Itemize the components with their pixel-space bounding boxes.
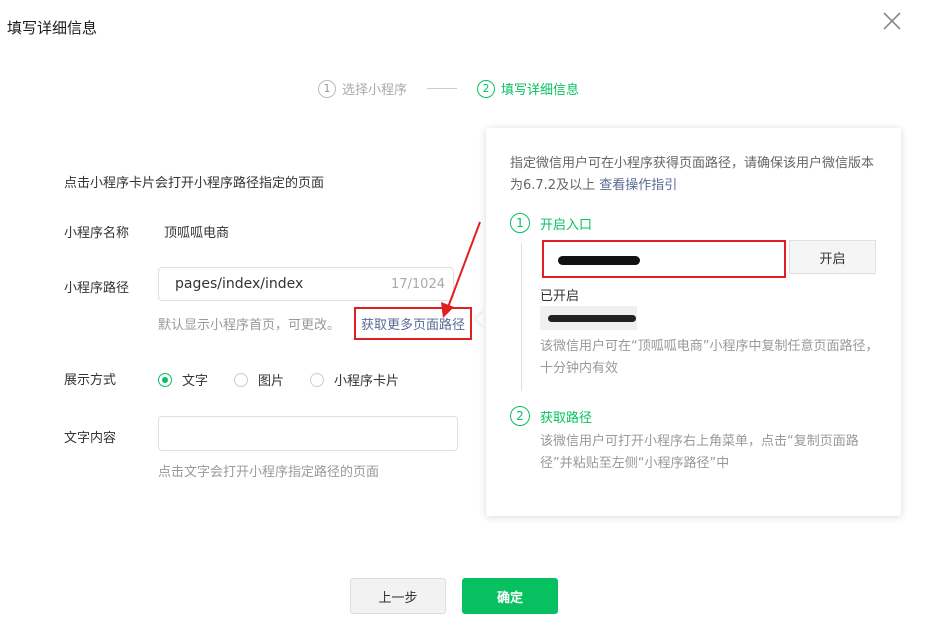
step-label: 选择小程序 [342,83,408,98]
path-hint: 默认显示小程序首页，可更改。 [158,318,341,333]
popover-step-2: 2 获取路径 [510,406,592,426]
text-content-hint: 点击文字会打开小程序指定路径的页面 [158,465,380,480]
redaction-mark [548,315,636,322]
name-label: 小程序名称 [64,226,130,241]
step1-note: 该微信用户可在“顶呱呱电商”小程序中复制任意页面路径，十分钟内有效 [540,339,879,376]
opened-label: 已开启 [540,289,580,304]
radio-card[interactable]: 小程序卡片 [310,370,399,389]
prev-button[interactable]: 上一步 [350,578,446,614]
text-content-input[interactable] [158,416,458,451]
path-label: 小程序路径 [64,281,130,296]
dialog: 填写详细信息 1 选择小程序 2 填写详细信息 点击小程序卡片会打开小程序路径指… [0,0,941,641]
miniprogram-name: 顶呱呱电商 [164,226,230,241]
step-select-miniprogram: 1 选择小程序 [318,79,407,98]
radio-dot [310,372,325,387]
step-fill-details: 2 填写详细信息 [477,79,579,98]
step2-note: 该微信用户可打开小程序右上角菜单，点击“复制页面路径”并粘贴至左侧“小程序路径”… [540,434,859,471]
display-radio-group: 文字 图片 小程序卡片 [158,370,425,389]
radio-label: 小程序卡片 [334,374,400,389]
path-guide-popover: 指定微信用户可在小程序获得页面路径，请确保该用户微信版本为6.7.2及以上 查看… [486,128,901,516]
popover-step-1: 1 开启入口 [510,213,592,233]
path-value: pages/index/index [175,276,304,292]
step-connector [521,243,522,391]
dialog-title: 填写详细信息 [7,19,98,37]
popover-description: 指定微信用户可在小程序获得页面路径，请确保该用户微信版本为6.7.2及以上 查看… [510,153,880,197]
step-number: 2 [477,79,496,98]
char-count: 17/1024 [390,276,445,292]
text-content-label: 文字内容 [64,431,117,446]
opened-wechat-id [540,306,637,330]
wechat-id-input[interactable] [542,240,786,278]
more-paths-link[interactable]: 获取更多页面路径 [354,307,472,340]
step-title: 获取路径 [540,410,593,426]
radio-image[interactable]: 图片 [234,370,284,389]
radio-dot [234,372,249,387]
close-icon[interactable] [880,9,904,33]
step-title: 开启入口 [540,217,593,233]
popover-desc-text: 指定微信用户可在小程序获得页面路径，请确保该用户微信版本为6.7.2及以上 [510,156,875,193]
confirm-button[interactable]: 确定 [462,578,558,614]
path-input[interactable]: pages/index/index 17/1024 [158,267,454,301]
open-button[interactable]: 开启 [789,240,876,274]
step-number: 2 [510,406,530,426]
redaction-mark [558,256,640,265]
step-label: 填写详细信息 [501,83,580,98]
step-number: 1 [318,79,336,98]
stepper: 1 选择小程序 2 填写详细信息 [318,79,579,98]
display-label: 展示方式 [64,373,117,388]
radio-dot [158,372,172,387]
radio-text[interactable]: 文字 [158,370,208,389]
guide-link[interactable]: 查看操作指引 [599,178,677,193]
radio-label: 图片 [258,374,285,389]
step-connector [427,88,458,89]
intro-text: 点击小程序卡片会打开小程序路径指定的页面 [64,176,325,191]
radio-label: 文字 [182,374,209,389]
step-number: 1 [510,213,530,233]
